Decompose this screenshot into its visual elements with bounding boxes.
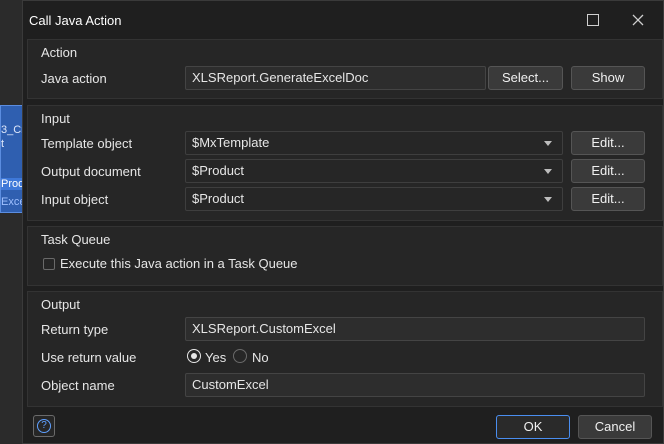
show-button[interactable]: Show [571, 66, 645, 90]
input-group-title: Input [41, 111, 70, 126]
ok-button[interactable]: OK [496, 415, 570, 439]
action-group: Action Java action XLSReport.GenerateExc… [27, 39, 663, 99]
task-queue-group-title: Task Queue [41, 232, 111, 247]
maximize-icon [587, 14, 599, 26]
output-document-value: $Product [192, 163, 245, 178]
call-java-action-dialog: Call Java Action Action Java action XLSR… [22, 0, 664, 444]
close-button[interactable] [627, 10, 649, 30]
dialog-title: Call Java Action [29, 13, 122, 28]
close-icon [632, 14, 644, 26]
output-document-label: Output document [41, 164, 141, 179]
action-group-title: Action [41, 45, 78, 60]
template-object-label: Template object [41, 136, 133, 151]
chevron-down-icon [544, 197, 552, 202]
background-node-text: t [1, 138, 5, 150]
edit-output-document-button[interactable]: Edit... [571, 159, 645, 183]
input-object-label: Input object [41, 192, 109, 207]
output-group-title: Output [41, 297, 81, 312]
input-object-dropdown[interactable]: $Product [185, 187, 563, 211]
template-object-dropdown[interactable]: $MxTemplate [185, 131, 563, 155]
yes-radio-label[interactable]: Yes [205, 350, 226, 365]
edit-template-object-button[interactable]: Edit... [571, 131, 645, 155]
yes-radio[interactable] [187, 349, 201, 363]
return-type-label: Return type [41, 322, 109, 337]
help-button[interactable]: ? [33, 415, 55, 437]
task-queue-group: Task Queue Execute this Java action in a… [27, 226, 663, 286]
maximize-button[interactable] [582, 10, 604, 30]
task-queue-checkbox[interactable] [43, 258, 55, 270]
input-group: Input Template object $MxTemplate Edit..… [27, 105, 663, 221]
template-object-value: $MxTemplate [192, 135, 270, 150]
task-queue-checkbox-label[interactable]: Execute this Java action in a Task Queue [60, 256, 298, 271]
no-radio[interactable] [233, 349, 247, 363]
title-bar[interactable]: Call Java Action [23, 1, 663, 39]
cancel-button[interactable]: Cancel [578, 415, 652, 439]
java-action-field[interactable]: XLSReport.GenerateExcelDoc [185, 66, 486, 90]
object-name-label: Object name [41, 378, 115, 393]
chevron-down-icon [544, 169, 552, 174]
output-document-dropdown[interactable]: $Product [185, 159, 563, 183]
return-type-field: XLSReport.CustomExcel [185, 317, 645, 341]
help-icon: ? [37, 419, 51, 433]
select-button[interactable]: Select... [488, 66, 563, 90]
no-radio-label[interactable]: No [252, 350, 269, 365]
edit-input-object-button[interactable]: Edit... [571, 187, 645, 211]
java-action-label: Java action [41, 71, 107, 86]
input-object-value: $Product [192, 191, 245, 206]
use-return-value-label: Use return value [41, 350, 137, 365]
chevron-down-icon [544, 141, 552, 146]
output-group: Output Return type XLSReport.CustomExcel… [27, 291, 663, 407]
object-name-input[interactable]: CustomExcel [185, 373, 645, 397]
